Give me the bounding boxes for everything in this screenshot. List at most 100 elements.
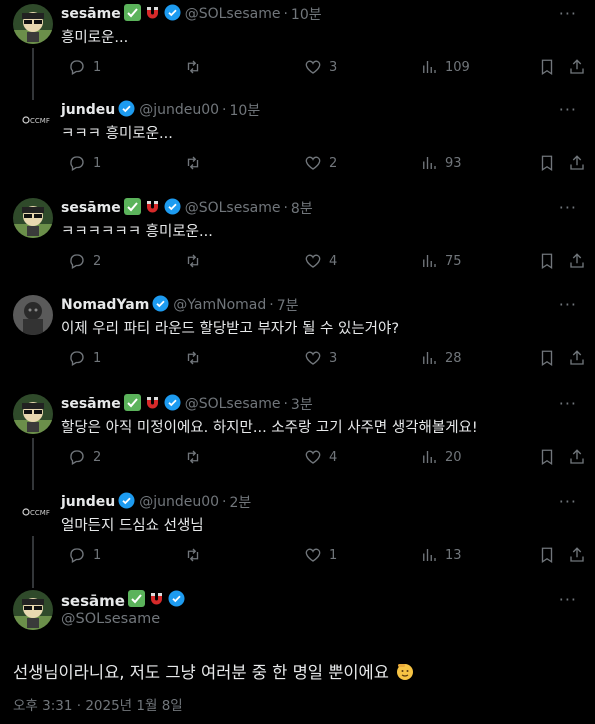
share-button[interactable] bbox=[561, 546, 586, 564]
like-button[interactable]: 3 bbox=[297, 349, 337, 367]
reply-button[interactable]: 1 bbox=[61, 546, 101, 564]
author-name[interactable]: sesāme bbox=[61, 396, 121, 412]
bookmark-icon bbox=[538, 154, 556, 172]
author-name[interactable]: NomadYam bbox=[61, 297, 149, 313]
views-count: 28 bbox=[445, 350, 462, 366]
more-options-icon[interactable]: ··· bbox=[559, 198, 577, 217]
reply-tweet[interactable]: sesāme @SOLsesame · 8분 ··· ㅋㅋㅋㅋㅋㅋ 흥미로운..… bbox=[0, 197, 595, 294]
reply-tweet[interactable]: CCMF jundeu @jundeu00 · 2분 ··· 얼마든지 드심쇼 … bbox=[0, 492, 595, 588]
reply-button[interactable]: 1 bbox=[61, 58, 101, 76]
author-handle[interactable]: @jundeu00 bbox=[139, 102, 219, 118]
author-name[interactable]: sesāme bbox=[61, 6, 121, 22]
author-handle[interactable]: @SOLsesame bbox=[61, 611, 160, 627]
reply-button[interactable]: 1 bbox=[61, 154, 101, 172]
bookmark-button[interactable] bbox=[531, 252, 556, 270]
repost-button[interactable] bbox=[177, 58, 209, 76]
reply-button[interactable]: 2 bbox=[61, 448, 101, 466]
author-name[interactable]: sesāme bbox=[61, 200, 121, 216]
more-options-icon[interactable]: ··· bbox=[559, 4, 577, 23]
repost-icon bbox=[184, 546, 202, 564]
timestamp[interactable]: 10분 bbox=[291, 4, 322, 24]
reply-button[interactable]: 2 bbox=[61, 252, 101, 270]
views-chart-icon bbox=[420, 448, 438, 466]
views-count: 109 bbox=[445, 59, 470, 75]
views-chart-icon bbox=[420, 58, 438, 76]
main-tweet[interactable]: sesāme @SOLsesame ··· 선생님이라니요, 저도 그냥 여러분… bbox=[0, 590, 595, 720]
share-button[interactable] bbox=[561, 448, 586, 466]
author-name[interactable]: sesāme bbox=[61, 592, 125, 610]
repost-icon bbox=[184, 448, 202, 466]
bookmark-button[interactable] bbox=[531, 154, 556, 172]
more-options-icon[interactable]: ··· bbox=[559, 100, 577, 119]
like-count: 3 bbox=[329, 350, 338, 366]
views-count: 75 bbox=[445, 253, 462, 269]
repost-button[interactable] bbox=[177, 252, 209, 270]
timestamp[interactable]: 3분 bbox=[291, 394, 313, 414]
views-button[interactable]: 28 bbox=[413, 349, 462, 367]
repost-button[interactable] bbox=[177, 546, 209, 564]
bookmark-button[interactable] bbox=[531, 448, 556, 466]
bookmark-button[interactable] bbox=[531, 58, 556, 76]
share-button[interactable] bbox=[561, 154, 586, 172]
author-handle[interactable]: @SOLsesame bbox=[185, 396, 281, 412]
tweet-actions: 2 4 75 bbox=[61, 252, 584, 272]
more-options-icon[interactable]: ··· bbox=[559, 394, 577, 413]
separator-dot: · bbox=[283, 200, 288, 216]
timestamp[interactable]: 10분 bbox=[230, 100, 261, 120]
sesame-avatar[interactable] bbox=[13, 4, 53, 44]
check-mark-emoji-icon bbox=[123, 393, 141, 415]
like-button[interactable]: 2 bbox=[297, 154, 337, 172]
sesame-avatar[interactable] bbox=[13, 590, 53, 630]
magnet-emoji-icon bbox=[144, 4, 161, 25]
author-handle[interactable]: @SOLsesame bbox=[185, 6, 281, 22]
more-options-icon[interactable]: ··· bbox=[559, 295, 577, 314]
share-icon bbox=[568, 546, 586, 564]
avatar-logo-text: CCMF bbox=[30, 117, 50, 125]
repost-button[interactable] bbox=[177, 349, 209, 367]
like-button[interactable]: 3 bbox=[297, 58, 337, 76]
reply-button[interactable]: 1 bbox=[61, 349, 101, 367]
ccmf-logo-avatar[interactable]: CCMF bbox=[13, 492, 53, 532]
magnet-emoji-icon bbox=[144, 198, 161, 219]
bookmark-icon bbox=[538, 349, 556, 367]
reply-tweet[interactable]: sesāme @SOLsesame · 10분 ··· 흥미로운... 1 3 … bbox=[0, 3, 595, 100]
verified-badge-icon bbox=[118, 100, 135, 121]
more-options-icon[interactable]: ··· bbox=[559, 492, 577, 511]
heart-icon bbox=[304, 58, 322, 76]
sesame-avatar[interactable] bbox=[13, 198, 53, 238]
ccmf-logo-avatar[interactable]: CCMF bbox=[13, 100, 53, 140]
views-button[interactable]: 109 bbox=[413, 58, 470, 76]
reply-tweet[interactable]: sesāme @SOLsesame · 3분 ··· 할당은 아직 미정이에요.… bbox=[0, 393, 595, 490]
repost-button[interactable] bbox=[177, 448, 209, 466]
author-handle[interactable]: @YamNomad bbox=[173, 297, 266, 313]
views-button[interactable]: 75 bbox=[413, 252, 462, 270]
author-handle[interactable]: @SOLsesame bbox=[185, 200, 281, 216]
views-button[interactable]: 93 bbox=[413, 154, 462, 172]
share-button[interactable] bbox=[561, 252, 586, 270]
sesame-avatar[interactable] bbox=[13, 394, 53, 434]
timestamp[interactable]: 7분 bbox=[277, 295, 299, 315]
more-options-icon[interactable]: ··· bbox=[559, 590, 577, 609]
like-button[interactable]: 1 bbox=[297, 546, 337, 564]
author-name[interactable]: jundeu bbox=[61, 102, 115, 118]
reply-tweet[interactable]: NomadYam @YamNomad · 7분 ··· 이제 우리 파티 라운드… bbox=[0, 295, 595, 391]
nomad-avatar[interactable] bbox=[13, 295, 53, 335]
views-button[interactable]: 20 bbox=[413, 448, 462, 466]
reply-tweet[interactable]: CCMF jundeu @jundeu00 · 10분 ··· ㅋㅋㅋ 흥미로운… bbox=[0, 100, 595, 196]
author-handle[interactable]: @jundeu00 bbox=[139, 494, 219, 510]
reply-icon bbox=[68, 252, 86, 270]
share-button[interactable] bbox=[561, 349, 586, 367]
tweet-text: 선생님이라니요, 저도 그냥 여러분 중 한 명일 뿐이에요 bbox=[13, 663, 389, 682]
like-button[interactable]: 4 bbox=[297, 252, 337, 270]
like-button[interactable]: 4 bbox=[297, 448, 337, 466]
share-button[interactable] bbox=[561, 58, 586, 76]
post-timestamp[interactable]: 오후 3:31 · 2025년 1월 8일 bbox=[13, 694, 183, 714]
share-icon bbox=[568, 252, 586, 270]
bookmark-button[interactable] bbox=[531, 546, 556, 564]
timestamp[interactable]: 8분 bbox=[291, 198, 313, 218]
bookmark-button[interactable] bbox=[531, 349, 556, 367]
repost-button[interactable] bbox=[177, 154, 209, 172]
timestamp[interactable]: 2분 bbox=[230, 492, 252, 512]
author-name[interactable]: jundeu bbox=[61, 494, 115, 510]
views-button[interactable]: 13 bbox=[413, 546, 462, 564]
